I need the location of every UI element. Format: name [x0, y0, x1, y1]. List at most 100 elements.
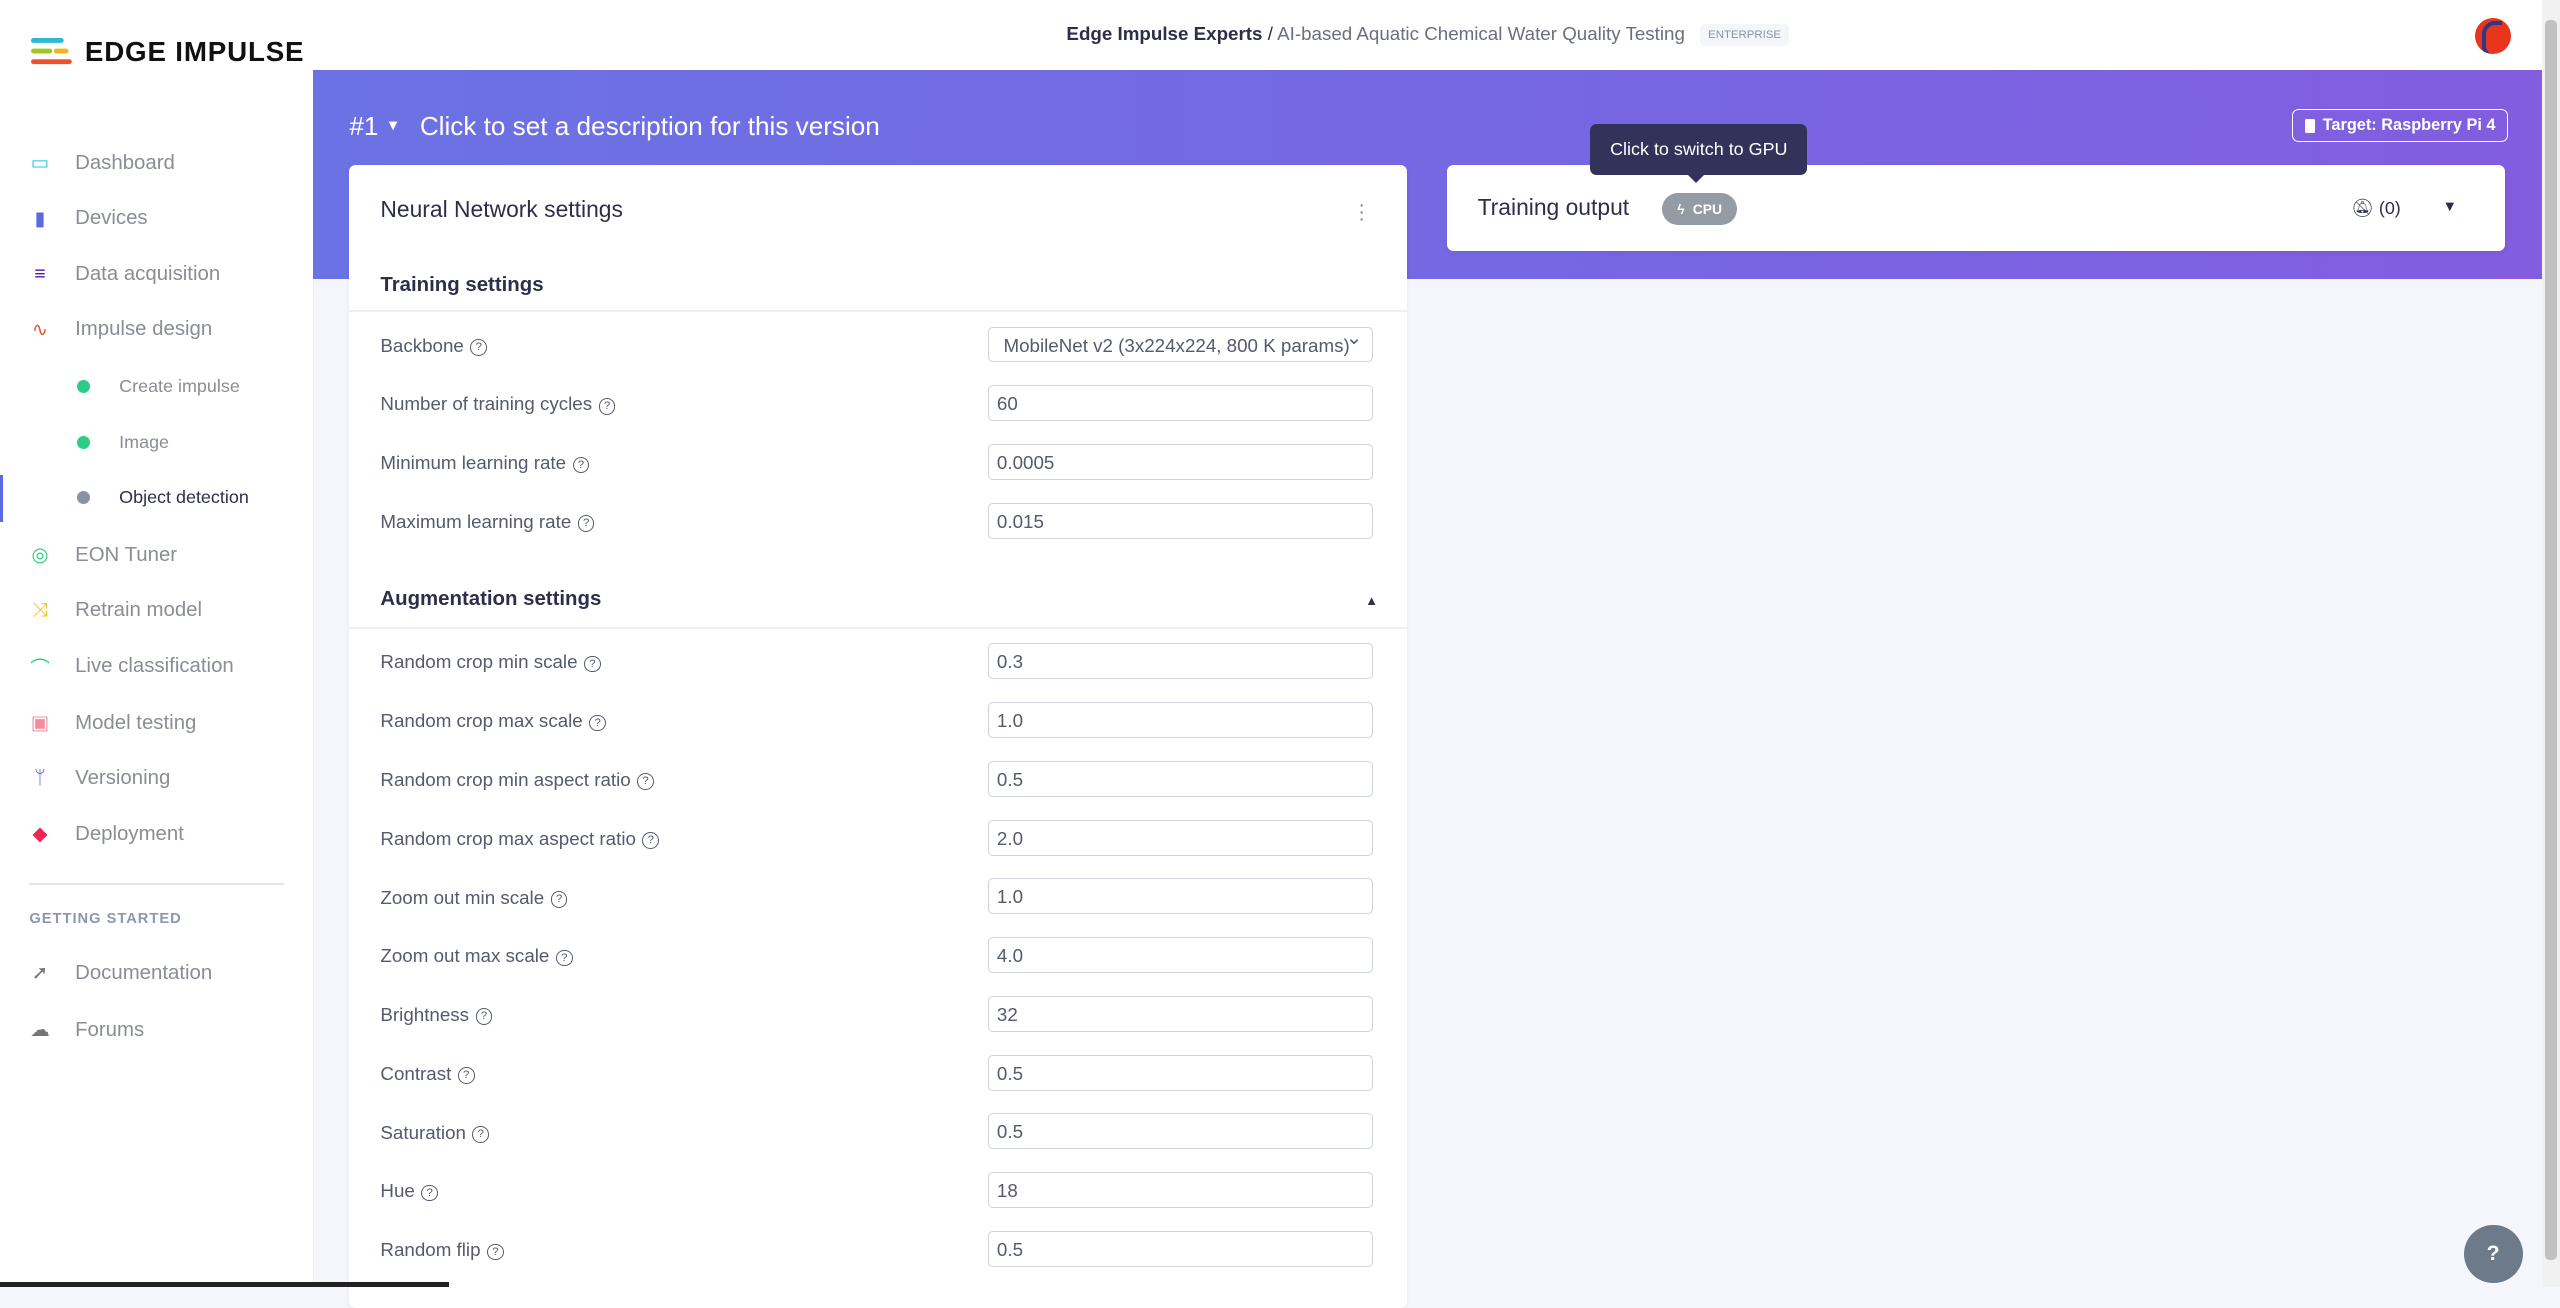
- setting-row: Backbone? MobileNet v2 (3x224x224, 800 K …: [349, 321, 1407, 366]
- sidebar-item-retrain-model[interactable]: ⤨ Retrain model: [0, 586, 313, 635]
- help-circle-icon[interactable]: ?: [572, 456, 590, 474]
- caret-down-icon: ▼: [385, 118, 401, 135]
- setting-input[interactable]: 0.5: [987, 1054, 1374, 1091]
- help-circle-icon[interactable]: ?: [475, 1008, 493, 1026]
- sidebar-item-versioning[interactable]: ᛘ Versioning: [0, 754, 313, 803]
- help-circle-icon[interactable]: ?: [555, 949, 573, 967]
- sidebar-item-dashboard[interactable]: ▭ Dashboard: [0, 139, 313, 188]
- sidebar-item-label: Forums: [75, 1018, 145, 1041]
- sidebar-item-eon-tuner[interactable]: ◎ EON Tuner: [0, 531, 313, 580]
- sidebar-item-label: Devices: [75, 207, 148, 230]
- bell-slash-icon: 🔕︎: [2351, 197, 2374, 218]
- help-circle-icon[interactable]: ?: [577, 515, 595, 533]
- version-bar: #1 ▼ Click to set a description for this…: [349, 111, 879, 142]
- database-icon: ≡: [34, 262, 46, 285]
- cpu-gpu-toggle[interactable]: ϟ CPU: [1662, 192, 1738, 226]
- target-button[interactable]: Target: Raspberry Pi 4: [2292, 109, 2508, 143]
- setting-row: Maximum learning rate? 0.015: [349, 502, 1407, 542]
- backbone-select[interactable]: MobileNet v2 (3x224x224, 800 K params): [987, 321, 1374, 363]
- sidebar-item-devices[interactable]: ▮ Devices: [0, 194, 313, 243]
- setting-label: Random crop max scale?: [380, 710, 606, 732]
- sidebar-item-impulse-design[interactable]: ∿ Impulse design: [0, 305, 313, 354]
- training-output-card: Training output ϟ CPU 🔕︎ (0) ▼: [1446, 164, 2505, 252]
- avatar[interactable]: [2475, 17, 2512, 54]
- help-circle-icon[interactable]: ?: [470, 339, 488, 356]
- help-circle-icon[interactable]: ?: [550, 890, 568, 908]
- setting-label: Zoom out min scale?: [380, 887, 568, 909]
- section-divider: [349, 626, 1408, 629]
- setting-input[interactable]: 32: [987, 995, 1374, 1032]
- version-description[interactable]: Click to set a description for this vers…: [420, 111, 880, 142]
- dropdown-caret-icon[interactable]: ▼: [2443, 199, 2458, 215]
- setting-label: Contrast?: [380, 1063, 475, 1085]
- compass-icon: ◎: [31, 544, 49, 567]
- collapse-caret-icon[interactable]: ▲: [1365, 593, 1378, 608]
- help-circle-icon[interactable]: ?: [457, 1067, 475, 1084]
- enterprise-badge: ENTERPRISE: [1699, 24, 1790, 46]
- setting-input[interactable]: 0.3: [987, 643, 1374, 680]
- help-circle-icon[interactable]: ?: [421, 1184, 439, 1202]
- logo-icon: [31, 38, 72, 65]
- setting-input[interactable]: 2.0: [987, 819, 1374, 856]
- help-circle-icon[interactable]: ?: [472, 1126, 490, 1143]
- breadcrumb-org[interactable]: Edge Impulse Experts: [1066, 23, 1262, 44]
- breadcrumb-project[interactable]: AI-based Aquatic Chemical Water Quality …: [1277, 23, 1685, 44]
- setting-label: Random crop min scale?: [380, 651, 601, 673]
- help-circle-icon[interactable]: ?: [584, 655, 601, 673]
- help-circle-icon[interactable]: ?: [642, 832, 660, 849]
- sidebar-item-model-testing[interactable]: ▣ Model testing: [0, 699, 313, 748]
- help-circle-icon[interactable]: ?: [598, 397, 616, 415]
- sidebar-item-label: Impulse design: [75, 318, 213, 341]
- setting-input[interactable]: 1.0: [987, 702, 1374, 738]
- setting-input[interactable]: 1.0: [987, 878, 1374, 915]
- setting-row: Random crop max aspect ratio? 2.0: [349, 819, 1407, 859]
- shuffle-icon: ⤨: [32, 599, 48, 622]
- top-header: Edge Impulse Experts / AI-based Aquatic …: [313, 0, 2543, 72]
- comments-icon: ☁: [30, 1019, 50, 1042]
- sidebar-item-forums[interactable]: ☁ Forums: [0, 1006, 313, 1055]
- breadcrumb: Edge Impulse Experts / AI-based Aquatic …: [313, 23, 2542, 46]
- setting-row: Minimum learning rate? 0.0005: [349, 444, 1407, 483]
- more-options-icon[interactable]: · · ·: [1358, 196, 1365, 229]
- setting-input[interactable]: 18: [987, 1172, 1374, 1209]
- dot-icon: [76, 435, 90, 449]
- edge-impulse-logo[interactable]: EDGE IMPULSE: [31, 36, 304, 68]
- sidebar-item-data-acquisition[interactable]: ≡ Data acquisition: [0, 250, 313, 299]
- setting-row: Saturation? 0.5: [349, 1113, 1407, 1152]
- sidebar-item-label: Image: [119, 431, 170, 452]
- setting-row: Random crop min aspect ratio? 0.5: [349, 760, 1407, 800]
- setting-input[interactable]: 0.5: [987, 1113, 1374, 1150]
- help-circle-icon[interactable]: ?: [589, 714, 606, 732]
- sidebar-item-live-classification[interactable]: ⌒ Live classification: [0, 642, 313, 691]
- help-circle-icon[interactable]: ?: [637, 773, 654, 791]
- setting-row: Zoom out max scale? 4.0: [349, 937, 1407, 976]
- horizontal-scrollbar[interactable]: [0, 1281, 449, 1287]
- scrollbar-thumb[interactable]: [2545, 19, 2557, 1261]
- sidebar-item-create-impulse[interactable]: Create impulse: [0, 362, 313, 411]
- setting-input[interactable]: 0.015: [987, 502, 1374, 539]
- setting-input[interactable]: 4.0: [987, 937, 1374, 974]
- sidebar-item-deployment[interactable]: ◆ Deployment: [0, 810, 313, 859]
- augmentation-settings-heading: Augmentation settings: [380, 587, 602, 610]
- setting-input[interactable]: 0.5: [987, 1231, 1374, 1267]
- sidebar-item-object-detection[interactable]: Object detection: [0, 473, 313, 522]
- sidebar-item-label: Retrain model: [75, 599, 203, 622]
- clipboard-check-icon: ▣: [30, 712, 50, 735]
- setting-input[interactable]: 0.0005: [987, 444, 1374, 480]
- sidebar-item-documentation[interactable]: ➚ Documentation: [0, 949, 313, 998]
- version-selector[interactable]: #1 ▼: [349, 111, 400, 142]
- sidebar-item-label: Dashboard: [75, 151, 175, 174]
- setting-row: Brightness? 32: [349, 995, 1407, 1035]
- sidebar-item-image[interactable]: Image: [0, 418, 313, 467]
- help-icon: ?: [2486, 1241, 2500, 1265]
- setting-input[interactable]: 0.5: [987, 760, 1374, 797]
- sidebar-item-label: Object detection: [119, 487, 249, 508]
- monitor-icon: ▭: [30, 152, 50, 175]
- card-title: Neural Network settings: [380, 195, 623, 222]
- sidebar-item-label: EON Tuner: [75, 543, 178, 566]
- notifications-toggle[interactable]: 🔕︎ (0): [2351, 198, 2401, 219]
- bolt-icon: ϟ: [1677, 200, 1685, 217]
- setting-input[interactable]: 60: [987, 385, 1374, 422]
- help-button[interactable]: ?: [2463, 1224, 2523, 1284]
- help-circle-icon[interactable]: ?: [487, 1243, 504, 1261]
